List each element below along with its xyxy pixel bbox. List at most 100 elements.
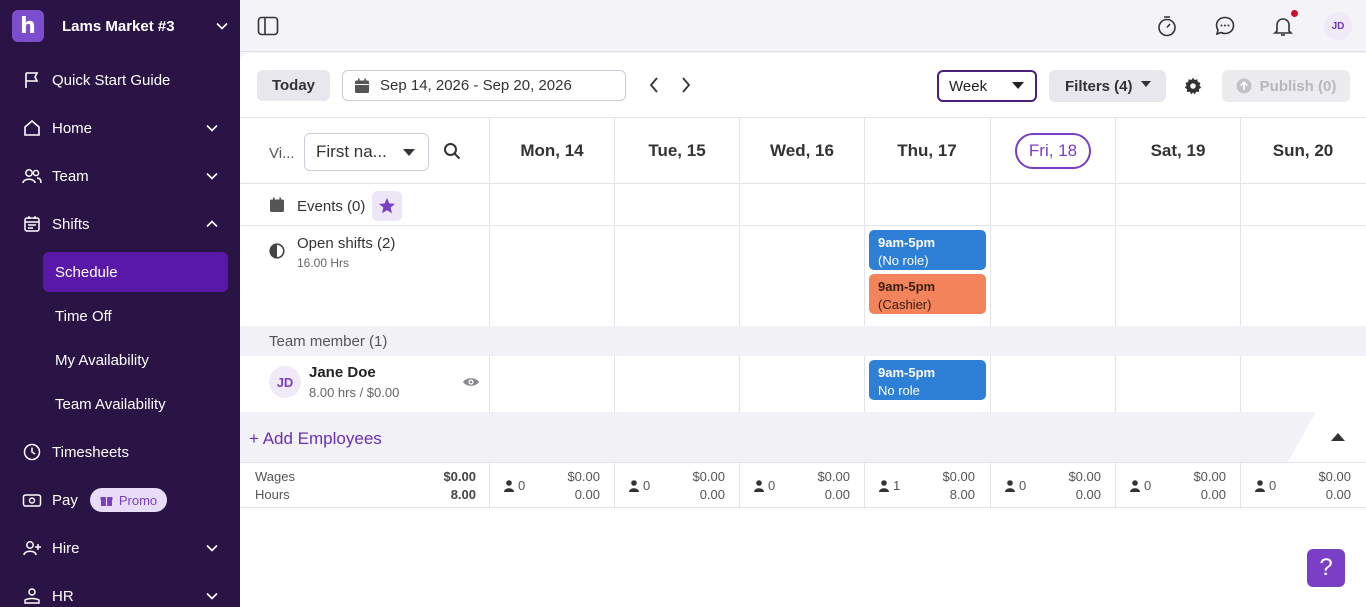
promo-badge[interactable]: Promo: [89, 488, 168, 512]
date-range-picker[interactable]: Sep 14, 2026 - Sep 20, 2026: [342, 70, 626, 101]
timer-icon[interactable]: [1155, 14, 1179, 38]
caret-down-icon: [403, 149, 415, 156]
collapse-totals-button[interactable]: [1288, 412, 1366, 462]
toggle-sidebar-icon[interactable]: [256, 15, 280, 37]
day-wages: $0.00: [1068, 469, 1101, 484]
chat-icon[interactable]: [1213, 14, 1237, 38]
user-avatar[interactable]: JD: [1324, 12, 1352, 40]
employee-shift-cell[interactable]: [1240, 356, 1365, 412]
day-label: Sat, 19: [1150, 141, 1206, 160]
nav-team[interactable]: Team: [0, 156, 240, 196]
employee-shift-cell[interactable]: [990, 356, 1115, 412]
location-switcher[interactable]: h Lams Market #3: [12, 10, 228, 42]
hours-total: 8.00: [450, 487, 476, 502]
day-total-cell: 0 $0.00 0.00: [489, 463, 614, 509]
nav-timesheets[interactable]: Timesheets: [0, 432, 240, 472]
help-button[interactable]: ?: [1307, 549, 1345, 587]
nav-shifts[interactable]: Shifts: [0, 204, 240, 244]
calendar-icon: [22, 214, 42, 234]
day-hours: 0.00: [1075, 487, 1101, 502]
gear-icon[interactable]: [1184, 77, 1202, 100]
day-header-tue[interactable]: Tue, 15: [614, 118, 739, 184]
employee-shift-cell[interactable]: [614, 356, 739, 412]
day-header-wed[interactable]: Wed, 16: [739, 118, 864, 184]
open-shift-cell[interactable]: [1115, 226, 1240, 326]
day-total-cell: 0 $0.00 0.00: [614, 463, 739, 509]
nav-hr[interactable]: HR: [0, 576, 240, 607]
day-hours: 0.00: [574, 487, 600, 502]
events-cell[interactable]: [1240, 184, 1365, 225]
open-shift-cell[interactable]: [614, 226, 739, 326]
events-cell[interactable]: [864, 184, 989, 225]
next-week-button[interactable]: [674, 73, 698, 97]
person-icon: [629, 479, 639, 492]
search-icon[interactable]: [443, 142, 461, 165]
employee-row-label[interactable]: JD Jane Doe 8.00 hrs / $0.00: [240, 356, 490, 412]
publish-button[interactable]: Publish (0): [1222, 70, 1350, 102]
nav-time-off[interactable]: Time Off: [43, 296, 228, 336]
events-cell[interactable]: [1115, 184, 1240, 225]
star-icon[interactable]: [372, 191, 402, 221]
scheduled-count-value: 0: [1269, 478, 1277, 493]
users-icon: [22, 166, 42, 186]
employee-name: Jane Doe: [309, 364, 376, 381]
day-header-mon[interactable]: Mon, 14: [489, 118, 614, 184]
events-cell[interactable]: [990, 184, 1115, 225]
open-shift-cell[interactable]: [1240, 226, 1365, 326]
nav-team-availability[interactable]: Team Availability: [43, 384, 228, 424]
day-hours: 0.00: [699, 487, 725, 502]
nav-hire[interactable]: Hire: [0, 528, 240, 568]
employee-shift-cell[interactable]: [489, 356, 614, 412]
nav-my-availability[interactable]: My Availability: [43, 340, 228, 380]
shift-role: (No role): [878, 253, 929, 268]
employee-row: JD Jane Doe 8.00 hrs / $0.00 9am-5pm No …: [240, 356, 1366, 412]
add-employees-link[interactable]: + Add Employees: [249, 429, 382, 449]
avatar: JD: [269, 366, 301, 398]
day-wages: $0.00: [692, 469, 725, 484]
day-wages: $0.00: [1193, 469, 1226, 484]
events-cell[interactable]: [739, 184, 864, 225]
day-header-thu[interactable]: Thu, 17: [864, 118, 989, 184]
today-button[interactable]: Today: [257, 70, 330, 101]
person-icon: [1130, 479, 1140, 492]
sort-by-select[interactable]: First na...: [304, 133, 429, 171]
day-wages: $0.00: [942, 469, 975, 484]
nav-label: Team: [52, 167, 89, 185]
events-row-label: Events (0): [240, 184, 490, 225]
day-label: Fri, 18: [1014, 133, 1092, 169]
employee-shift-cell[interactable]: [739, 356, 864, 412]
nav-pay[interactable]: Pay Promo: [0, 480, 240, 520]
totals-row: Wages Hours $0.00 8.00 0 $0.00 0.00 0 $0.00 0…: [240, 462, 1366, 509]
employee-shift-cell[interactable]: [1115, 356, 1240, 412]
events-cell[interactable]: [614, 184, 739, 225]
day-header-fri-today[interactable]: Fri, 18: [990, 118, 1115, 184]
nav-schedule[interactable]: Schedule: [43, 252, 228, 292]
shift-card[interactable]: 9am-5pm (No role): [869, 230, 986, 270]
nav-label: HR: [52, 587, 74, 605]
shift-card[interactable]: 9am-5pm (Cashier): [869, 274, 986, 314]
scheduled-count-value: 0: [1144, 478, 1152, 493]
day-header-sat[interactable]: Sat, 19: [1115, 118, 1240, 184]
open-shift-cell[interactable]: [489, 226, 614, 326]
filters-button[interactable]: Filters (4): [1049, 70, 1166, 102]
nav-home[interactable]: Home: [0, 108, 240, 148]
top-bar: JD: [240, 0, 1366, 52]
eye-icon[interactable]: [462, 376, 480, 388]
cash-icon: [22, 490, 42, 510]
open-shifts-label: Open shifts (2): [297, 235, 396, 252]
bell-icon[interactable]: [1271, 14, 1295, 38]
day-header-sun[interactable]: Sun, 20: [1240, 118, 1365, 184]
open-shift-cell[interactable]: [739, 226, 864, 326]
open-shift-cell[interactable]: [990, 226, 1115, 326]
day-wages: $0.00: [817, 469, 850, 484]
chevron-down-icon: [206, 170, 218, 182]
flag-icon: [22, 70, 42, 90]
day-total-cell: 0 $0.00 0.00: [990, 463, 1115, 509]
employee-shift-cell[interactable]: 9am-5pm No role: [864, 356, 989, 412]
view-range-select[interactable]: Week: [937, 70, 1037, 102]
open-shift-cell[interactable]: 9am-5pm (No role) 9am-5pm (Cashier): [864, 226, 989, 326]
nav-quick-start[interactable]: Quick Start Guide: [0, 60, 240, 100]
previous-week-button[interactable]: [642, 73, 666, 97]
events-cell[interactable]: [489, 184, 614, 225]
shift-card[interactable]: 9am-5pm No role: [869, 360, 986, 400]
